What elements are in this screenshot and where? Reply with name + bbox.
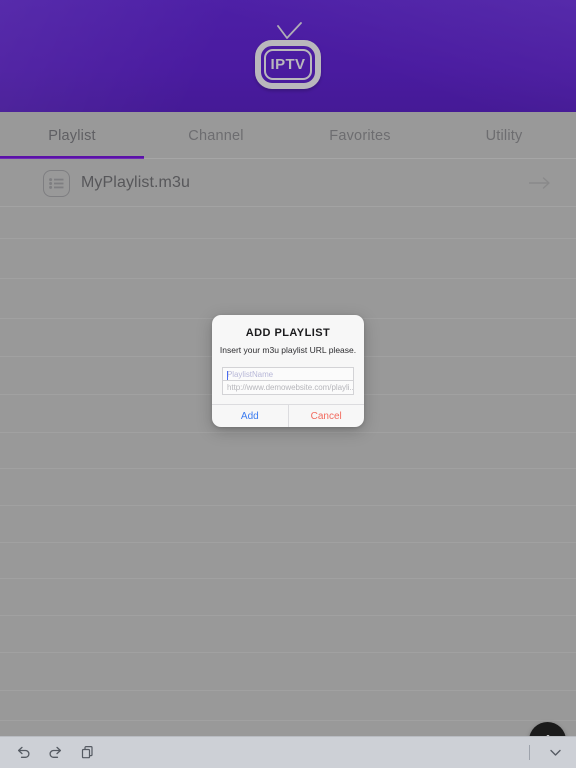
playlist-name-placeholder: PlaylistName xyxy=(227,369,274,379)
playlist-url-placeholder: http://www.demowebsite.com/playli... xyxy=(227,383,354,392)
dialog-subtitle: Insert your m3u playlist URL please. xyxy=(219,345,357,355)
redo-icon[interactable] xyxy=(40,738,70,768)
bottom-toolbar xyxy=(0,736,576,768)
toolbar-divider xyxy=(529,745,530,760)
dialog-actions: Add Cancel xyxy=(212,404,364,427)
undo-icon[interactable] xyxy=(8,738,38,768)
playlist-name-input[interactable]: PlaylistName xyxy=(222,367,354,381)
cancel-button[interactable]: Cancel xyxy=(288,405,364,427)
chevron-down-icon[interactable] xyxy=(540,738,570,768)
dialog-title: ADD PLAYLIST xyxy=(245,327,331,339)
toolbar-left-group xyxy=(8,738,102,768)
add-button[interactable]: Add xyxy=(212,405,288,427)
text-caret xyxy=(226,370,228,380)
dialog-fields: PlaylistName http://www.demowebsite.com/… xyxy=(222,367,354,395)
playlist-url-input[interactable]: http://www.demowebsite.com/playli... xyxy=(222,381,354,395)
app-root: IPTV Playlist Channel Favorites Utility xyxy=(0,0,576,768)
add-playlist-dialog: ADD PLAYLIST Insert your m3u playlist UR… xyxy=(212,315,364,427)
toolbar-right-group xyxy=(529,738,570,768)
copy-icon[interactable] xyxy=(72,738,102,768)
